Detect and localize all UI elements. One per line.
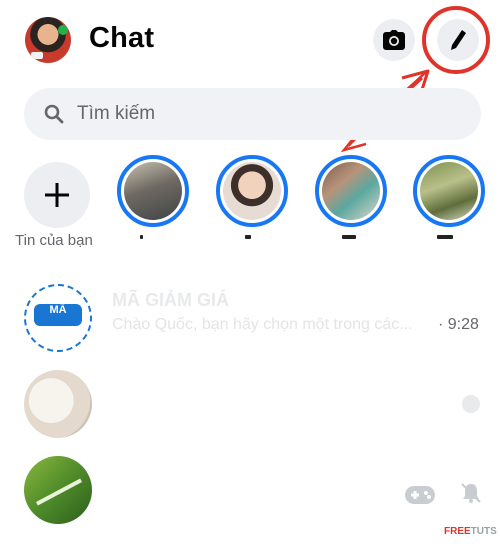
chat-row[interactable] [0,362,500,447]
chat-row[interactable] [0,448,500,533]
story-avatar[interactable] [117,155,189,227]
story-name [245,235,251,239]
story-name [437,235,453,239]
profile-avatar[interactable] [25,17,71,63]
search-icon [44,104,64,124]
read-receipt-icon [462,395,480,413]
add-story-button[interactable] [24,162,90,228]
story-avatar[interactable] [216,155,288,227]
chat-row[interactable]: MÃ MÃ GIẢM GIÁ Chào Quốc, bạn hãy chọn m… [0,276,500,361]
story-name [342,235,356,239]
chat-avatar [24,370,92,438]
chat-avatar: MÃ [24,284,92,352]
mute-bell-icon [461,483,481,503]
search-bar[interactable]: Tìm kiếm [24,88,481,140]
chat-name: MÃ GIẢM GIÁ [112,290,229,310]
gamepad-icon[interactable] [404,484,436,506]
camera-button[interactable] [373,19,415,61]
story-avatar[interactable] [413,155,485,227]
search-placeholder: Tìm kiếm [77,103,156,124]
chat-preview: Chào Quốc, bạn hãy chọn một trong các... [112,316,413,333]
add-story-label: Tin của bạn [15,232,93,249]
annotation-circle [422,6,490,74]
page-title: Chat [89,22,155,54]
chat-avatar [24,456,92,524]
camera-icon [383,30,405,50]
watermark: FREETUTS [444,526,497,537]
plus-icon [45,183,69,207]
chat-time: · 9:28 [438,316,479,333]
story-name [140,235,143,239]
story-avatar[interactable] [315,155,387,227]
